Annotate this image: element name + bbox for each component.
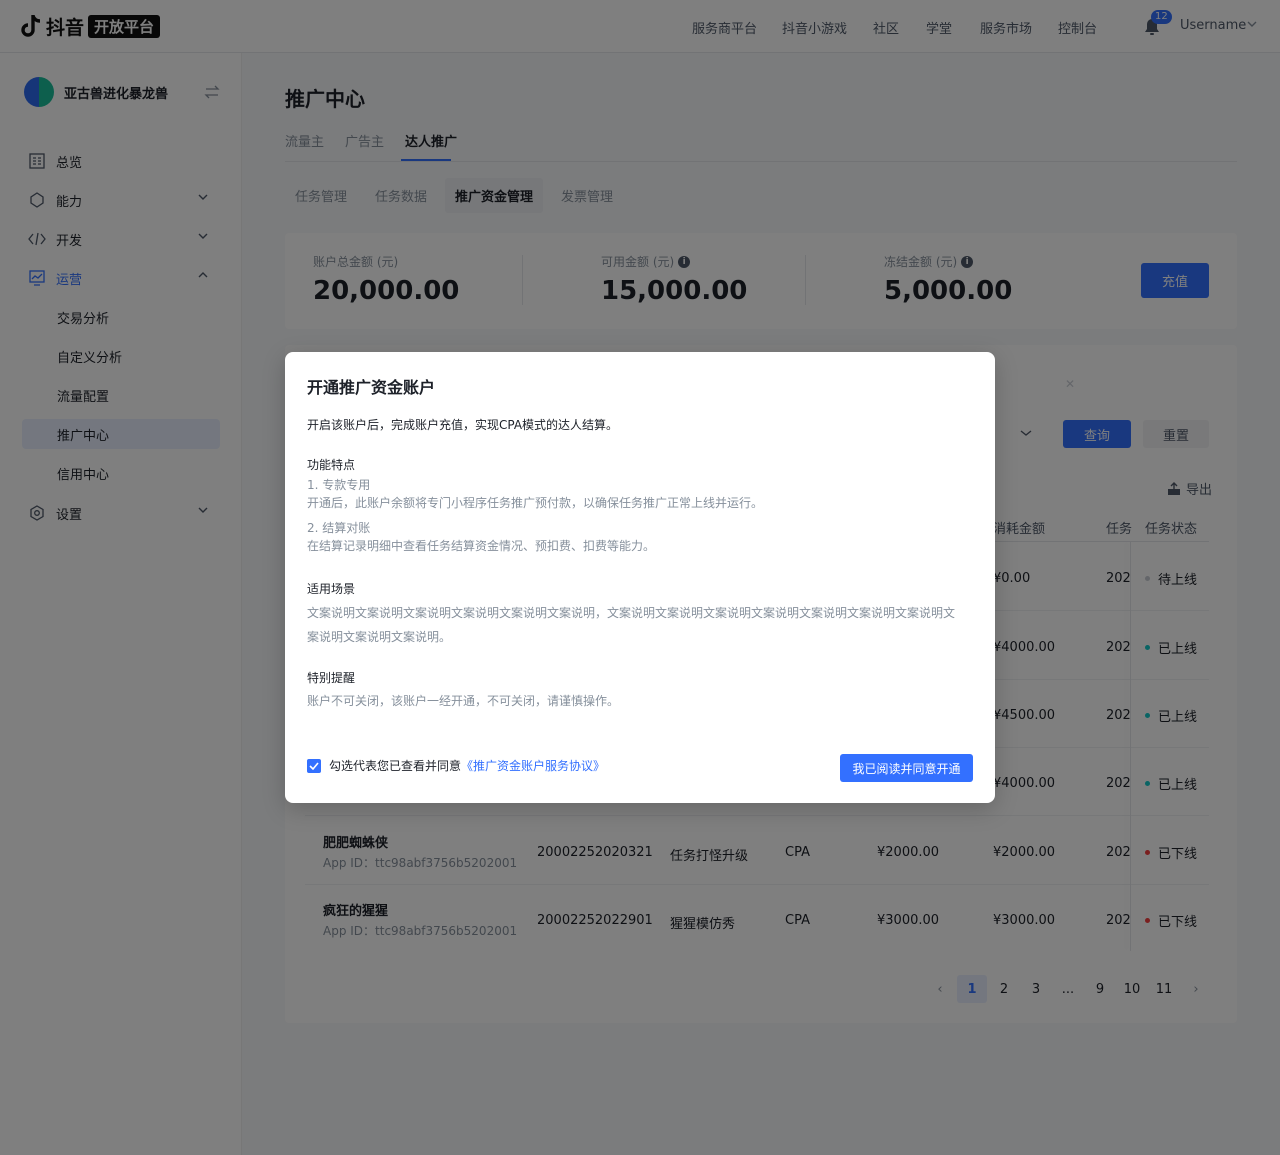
agreement-row: 勾选代表您已查看并同意 《推广资金账户服务协议》 bbox=[307, 757, 605, 774]
features-heading: 功能特点 bbox=[307, 458, 356, 472]
dialog-description: 开启该账户后，完成账户充值，实现CPA模式的达人结算。 bbox=[307, 418, 619, 432]
notice-text: 账户不可关闭，该账户一经开通，不可关闭，请谨慎操作。 bbox=[307, 694, 620, 708]
dialog-title: 开通推广资金账户 bbox=[307, 378, 436, 397]
feature1-title: 1. 专款专用 bbox=[307, 478, 371, 492]
feature1-text: 开通后，此账户余额将专门小程序任务推广预付款，以确保任务推广正常上线并运行。 bbox=[307, 496, 764, 510]
agree-text: 勾选代表您已查看并同意 bbox=[329, 759, 462, 773]
notice-heading: 特别提醒 bbox=[307, 671, 356, 685]
scene-heading: 适用场景 bbox=[307, 582, 356, 596]
confirm-open-button[interactable]: 我已阅读并同意开通 bbox=[840, 754, 973, 782]
check-icon bbox=[309, 761, 319, 770]
feature2-text: 在结算记录明细中查看任务结算资金情况、预扣费、扣费等能力。 bbox=[307, 539, 656, 553]
agree-checkbox[interactable] bbox=[307, 758, 321, 773]
agreement-link[interactable]: 《推广资金账户服务协议》 bbox=[461, 757, 605, 774]
open-fund-account-dialog: 开通推广资金账户 开启该账户后，完成账户充值，实现CPA模式的达人结算。 功能特… bbox=[285, 352, 995, 803]
scene-text: 文案说明文案说明文案说明文案说明文案说明文案说明，文案说明文案说明文案说明文案说… bbox=[307, 606, 956, 644]
feature2-title: 2. 结算对账 bbox=[307, 521, 371, 535]
